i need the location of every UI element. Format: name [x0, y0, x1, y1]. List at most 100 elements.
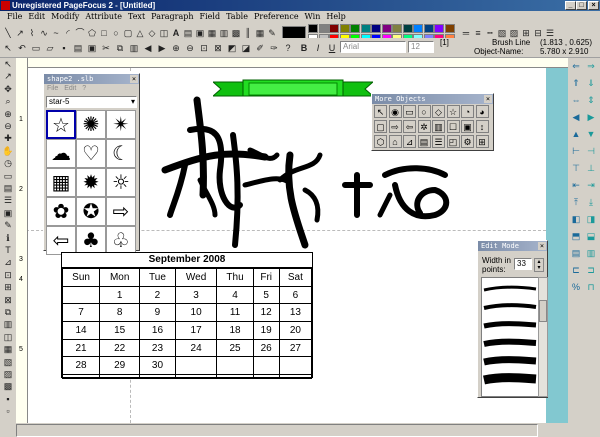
- align-tool-icon[interactable]: ⬓: [585, 230, 597, 242]
- shape-menu-file[interactable]: File: [47, 85, 58, 92]
- shape-heart[interactable]: ♡: [76, 139, 106, 168]
- image-frame-icon[interactable]: ▣: [2, 207, 14, 219]
- bold-icon[interactable]: B: [298, 42, 310, 54]
- undo-icon[interactable]: ↶: [16, 42, 28, 54]
- zoom-in-icon[interactable]: ⊕: [170, 42, 182, 54]
- grid-icon[interactable]: ⊞: [475, 135, 489, 148]
- align-tool-icon[interactable]: ⊥: [585, 162, 597, 174]
- menu-table[interactable]: Table: [223, 11, 251, 23]
- panel-icon[interactable]: ◰: [446, 135, 460, 148]
- shape-star-5[interactable]: ☆: [46, 110, 76, 139]
- shape-category-select[interactable]: star-5 ▾: [46, 96, 137, 108]
- align-tool-icon[interactable]: ⤓: [585, 196, 597, 208]
- align-tool-icon[interactable]: %: [570, 281, 582, 293]
- arrow-left-icon[interactable]: ⇦: [403, 120, 416, 133]
- shape-star-8[interactable]: ✴: [106, 110, 136, 139]
- font-size-select[interactable]: 12: [408, 41, 434, 53]
- shape-leaf[interactable]: ♧: [106, 226, 136, 255]
- align-tool-icon[interactable]: ◨: [585, 213, 597, 225]
- prev-page-icon[interactable]: ◀: [142, 42, 154, 54]
- palette-swatch[interactable]: [371, 24, 381, 33]
- menu-help[interactable]: Help: [323, 11, 348, 23]
- ungroup-icon[interactable]: ⊠: [2, 294, 14, 306]
- zoom-in-icon[interactable]: ⊕: [2, 108, 14, 120]
- pattern-icon[interactable]: ▩: [2, 380, 14, 392]
- small-square-icon[interactable]: ▫: [2, 405, 14, 417]
- horizontal-scrollbar[interactable]: [16, 424, 538, 437]
- close-icon[interactable]: ×: [484, 95, 492, 103]
- zoom-out-icon[interactable]: ⊖: [2, 120, 14, 132]
- group-icon[interactable]: ⊡: [2, 269, 14, 281]
- fill-icon[interactable]: ▧: [2, 356, 14, 368]
- square-icon[interactable]: ▪: [2, 393, 14, 405]
- shape-menu-help[interactable]: ?: [82, 85, 86, 92]
- palette-swatch[interactable]: [381, 24, 392, 33]
- radio-icon[interactable]: ◉: [388, 105, 402, 118]
- align-tool-icon[interactable]: ⇤: [570, 179, 582, 191]
- menu-field[interactable]: Field: [197, 11, 224, 23]
- ungroup-icon[interactable]: ⊠: [212, 42, 224, 54]
- align-tool-icon[interactable]: ⬒: [570, 230, 582, 242]
- preview-icon[interactable]: ▣: [86, 42, 98, 54]
- font-name-select[interactable]: Arial: [340, 41, 406, 53]
- align-tool-icon[interactable]: ▤: [570, 247, 582, 259]
- shape-burst[interactable]: ✹: [76, 168, 106, 197]
- hexagon-icon[interactable]: ⬡: [374, 135, 387, 148]
- palette-swatch[interactable]: [413, 24, 423, 33]
- minimize-icon[interactable]: _: [565, 1, 576, 10]
- shape-grid[interactable]: ▦: [46, 168, 76, 197]
- oval-icon[interactable]: ○: [417, 105, 431, 118]
- brush-icon[interactable]: ✑: [268, 42, 280, 54]
- info-icon[interactable]: ℹ: [2, 232, 14, 244]
- shape-tree[interactable]: ♣: [76, 226, 106, 255]
- crosshair-icon[interactable]: ✚: [2, 132, 14, 144]
- menu-attribute[interactable]: Attribute: [82, 11, 125, 23]
- print-icon[interactable]: ▤: [72, 42, 84, 54]
- palette-swatch[interactable]: [339, 24, 350, 33]
- align-tool-icon[interactable]: ◧: [570, 213, 582, 225]
- checkbox-icon[interactable]: ☐: [446, 120, 460, 133]
- underline-icon[interactable]: U: [326, 42, 338, 54]
- vertical-arrow-icon[interactable]: ↕: [475, 120, 489, 133]
- bring-front-icon[interactable]: ◩: [226, 42, 238, 54]
- align-tool-icon[interactable]: ▶: [585, 111, 597, 123]
- donut-icon[interactable]: ◕: [475, 105, 489, 118]
- burst-icon[interactable]: ✲: [417, 120, 431, 133]
- shape-menu-edit[interactable]: Edit: [64, 85, 76, 92]
- copy-icon[interactable]: ⧉: [114, 42, 126, 54]
- palette-swatch[interactable]: [402, 24, 413, 33]
- shape-right-arrow[interactable]: ⇨: [106, 197, 136, 226]
- pie-icon[interactable]: ◔: [461, 105, 474, 118]
- width-input[interactable]: 33: [514, 258, 532, 270]
- scrollbar-thumb[interactable]: [539, 300, 547, 322]
- shape-cloud[interactable]: ☁: [46, 139, 76, 168]
- menu-edit[interactable]: Edit: [25, 11, 48, 23]
- image-icon[interactable]: ▣: [461, 120, 474, 133]
- columns-icon[interactable]: ▥: [2, 318, 14, 330]
- star-icon[interactable]: ☆: [446, 105, 460, 118]
- help-icon[interactable]: ?: [282, 42, 294, 54]
- list-icon[interactable]: ▥: [432, 120, 445, 133]
- pointer-icon[interactable]: ↖: [2, 42, 14, 54]
- brush-width-list[interactable]: [481, 277, 539, 397]
- menu-icon[interactable]: ☰: [432, 135, 445, 148]
- palette-swatch[interactable]: [318, 24, 329, 33]
- close-icon[interactable]: ×: [538, 242, 546, 250]
- shape-sun[interactable]: ☼: [106, 168, 136, 197]
- close-icon[interactable]: ×: [130, 75, 138, 83]
- align-tool-icon[interactable]: ⊓: [585, 281, 597, 293]
- save-icon[interactable]: ▪: [58, 42, 70, 54]
- menu-text[interactable]: Text: [125, 11, 148, 23]
- frame-icon[interactable]: ▭: [2, 170, 14, 182]
- pointer-icon[interactable]: ↖: [374, 105, 387, 118]
- align-tool-icon[interactable]: ⤒: [570, 196, 582, 208]
- select-icon[interactable]: ↖: [2, 58, 14, 70]
- shape-crescent[interactable]: ☾: [106, 139, 136, 168]
- align-tool-icon[interactable]: ⊏: [570, 264, 582, 276]
- lines-icon[interactable]: ☰: [2, 194, 14, 206]
- button-icon[interactable]: ▭: [403, 105, 416, 118]
- align-tool-icon[interactable]: ⊤: [570, 162, 582, 174]
- align-tool-icon[interactable]: ⇐: [570, 60, 582, 72]
- text-icon[interactable]: T: [2, 244, 14, 256]
- gear-icon[interactable]: ⚙: [461, 135, 474, 148]
